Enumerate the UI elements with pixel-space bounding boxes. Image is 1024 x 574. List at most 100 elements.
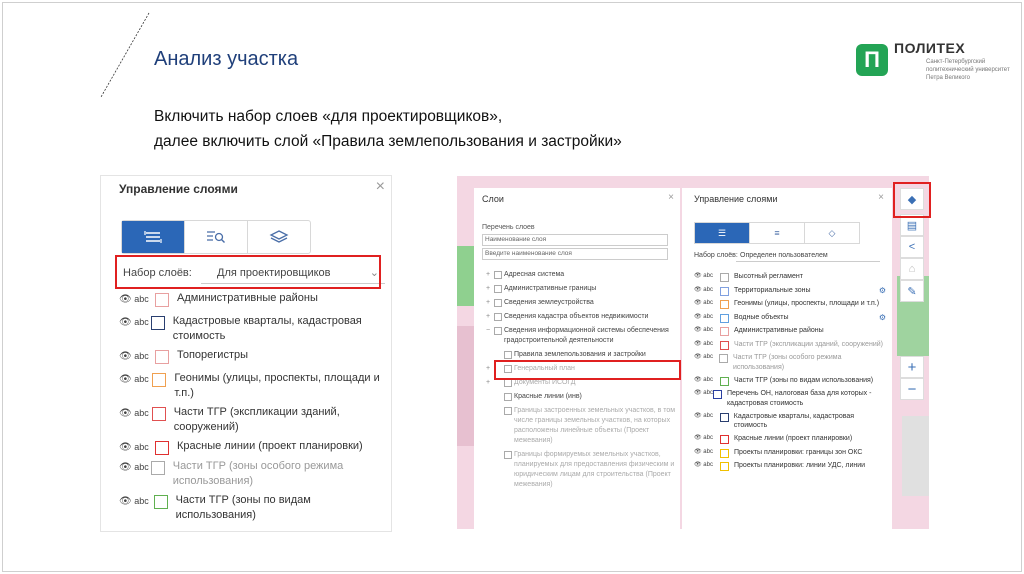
layer-search-input[interactable]: Введите наименование слоя [482, 248, 668, 260]
tree-checkbox[interactable] [504, 393, 512, 401]
eye-icon[interactable]: 👁 [119, 351, 132, 362]
layer-visibility-toggle[interactable]: 👁 abc [119, 291, 153, 305]
tree-item[interactable]: + Административные границы [482, 284, 678, 294]
label-toggle[interactable]: abc [134, 294, 149, 304]
label-toggle[interactable]: abc [134, 408, 149, 418]
close-icon[interactable]: × [878, 192, 884, 203]
layer-visibility-toggle[interactable]: 👁 abc [694, 340, 720, 350]
layer-row: 👁 abc Части ТГР (экспликации зданий, соор… [694, 340, 888, 350]
layer-visibility-toggle[interactable]: 👁 abc [694, 313, 720, 323]
tree-item[interactable]: + Адресная система [482, 270, 678, 280]
tab-layer-sets[interactable]: ◇ [805, 223, 859, 243]
layer-name: Части ТГР (зоны по видам использования) [734, 376, 874, 384]
share-button[interactable]: < [900, 236, 924, 258]
layer-visibility-toggle[interactable]: 👁 abc [119, 371, 150, 385]
layer-set-label: Набор слоёв: [694, 252, 738, 259]
layer-visibility-toggle[interactable]: 👁 abc [119, 459, 149, 473]
layer-visibility-toggle[interactable]: 👁 abc [694, 286, 720, 296]
label-toggle[interactable]: abc [134, 462, 149, 472]
layer-visibility-toggle[interactable]: 👁 abc [694, 434, 720, 444]
layer-visibility-toggle[interactable]: 👁 abc [119, 439, 153, 453]
tree-checkbox[interactable] [494, 327, 502, 335]
collapse-icon[interactable]: − [486, 326, 490, 336]
expand-icon[interactable]: + [486, 298, 490, 308]
layer-type-select[interactable]: Наименование слоя [482, 234, 668, 246]
instruction-line: Включить набор слоев «для проектировщико… [154, 108, 503, 125]
tab-layer-list[interactable]: ☰ [695, 223, 750, 243]
close-icon[interactable]: × [668, 192, 674, 203]
layer-row: 👁 abc Части ТГР (зоны особого режима испо… [694, 353, 888, 372]
tree-checkbox[interactable] [504, 379, 512, 387]
tree-checkbox[interactable] [504, 351, 512, 359]
tree-item[interactable]: Правила землепользования и застройки [482, 350, 678, 360]
zoom-out-button[interactable]: − [900, 378, 924, 400]
layer-row: 👁 abc Части ТГР (зоны по видам использова… [119, 493, 385, 523]
layer-set-select[interactable]: Определен пользователем [736, 250, 880, 262]
expand-icon[interactable]: + [486, 270, 490, 280]
tree-checkbox[interactable] [494, 313, 502, 321]
tab-layer-list[interactable] [122, 221, 185, 253]
tree-checkbox[interactable] [494, 299, 502, 307]
tree-item[interactable]: + Сведения кадастра объектов недвижимости [482, 312, 678, 322]
eye-icon[interactable]: 👁 [119, 317, 132, 328]
layer-row: 👁 abc Красные линии (проект планировки) [694, 434, 888, 444]
layer-visibility-toggle[interactable]: 👁 abc [694, 272, 720, 282]
layer-swatch [150, 316, 165, 330]
layer-visibility-toggle[interactable]: 👁 abc [694, 353, 719, 372]
label-toggle[interactable]: abc [134, 351, 149, 361]
layer-visibility-toggle[interactable]: 👁 abc [694, 461, 720, 471]
tab-layer-search[interactable]: ≡ [750, 223, 805, 243]
layer-visibility-toggle[interactable]: 👁 abc [694, 326, 720, 336]
layer-visibility-toggle[interactable]: 👁 abc [119, 314, 149, 328]
label-toggle[interactable]: abc [134, 317, 149, 327]
tree-item-label: Документы ИСОГД [514, 379, 576, 386]
layers-icon: ◇ [828, 227, 836, 238]
expand-icon[interactable]: + [486, 378, 490, 388]
ruler-button[interactable]: ✎ [900, 280, 924, 302]
layer-row: 👁 abc Административные районы [694, 326, 888, 336]
tree-checkbox[interactable] [494, 285, 502, 293]
layer-row: 👁 abc Кадастровые кварталы, кадастровая с… [119, 314, 385, 344]
layer-list: 👁 abc Высотный регламент 👁 abc Территориаль… [694, 272, 888, 475]
tree-checkbox[interactable] [504, 407, 512, 415]
label-toggle[interactable]: abc [134, 374, 149, 384]
layer-visibility-toggle[interactable]: 👁 abc [694, 376, 720, 386]
eye-icon[interactable]: 👁 [119, 408, 132, 419]
eye-icon[interactable]: 👁 [119, 294, 132, 305]
zoom-in-button[interactable]: + [900, 356, 924, 378]
expand-icon[interactable]: + [486, 364, 490, 374]
layer-name: Административные районы [177, 292, 318, 304]
tab-layer-search[interactable] [185, 221, 248, 253]
tree-checkbox[interactable] [504, 451, 512, 459]
label-toggle[interactable]: abc [134, 442, 149, 452]
expand-icon[interactable]: + [486, 312, 490, 322]
gear-icon[interactable]: ⚙ [879, 313, 886, 323]
tree-item[interactable]: Границы застроенных земельных участков, … [482, 406, 678, 446]
layer-visibility-toggle[interactable]: 👁 abc [694, 389, 713, 408]
layer-visibility-toggle[interactable]: 👁 abc [694, 299, 720, 309]
gear-icon[interactable]: ⚙ [879, 286, 886, 296]
zoom-out-icon: − [907, 380, 917, 398]
eye-icon[interactable]: 👁 [119, 496, 132, 507]
layer-visibility-toggle[interactable]: 👁 abc [119, 348, 153, 362]
tab-layer-sets[interactable] [248, 221, 310, 253]
layer-visibility-toggle[interactable]: 👁 abc [119, 405, 150, 419]
layer-visibility-toggle[interactable]: 👁 abc [694, 412, 720, 431]
eye-icon[interactable]: 👁 [119, 462, 132, 473]
tree-item[interactable]: − Сведения информационной системы обеспеч… [482, 326, 678, 346]
home-button[interactable]: ⌂ [900, 258, 924, 280]
logo-mark: П [856, 44, 888, 76]
label-toggle[interactable]: abc [134, 496, 149, 506]
tree-item[interactable]: Границы формируемых земельных участков, … [482, 450, 678, 490]
layer-visibility-toggle[interactable]: 👁 abc [694, 448, 720, 458]
layer-name: Геонимы (улицы, проспекты, площади и т.п… [734, 300, 880, 307]
close-icon[interactable]: × [376, 178, 385, 196]
layer-visibility-toggle[interactable]: 👁 abc [119, 493, 152, 507]
eye-icon[interactable]: 👁 [119, 442, 132, 453]
expand-icon[interactable]: + [486, 284, 490, 294]
layer-list-label: Перечень слоев [482, 224, 535, 231]
eye-icon[interactable]: 👁 [119, 374, 132, 385]
tree-item[interactable]: + Сведения землеустройства [482, 298, 678, 308]
tree-checkbox[interactable] [494, 271, 502, 279]
tree-item[interactable]: Красные линии (инв) [482, 392, 678, 402]
